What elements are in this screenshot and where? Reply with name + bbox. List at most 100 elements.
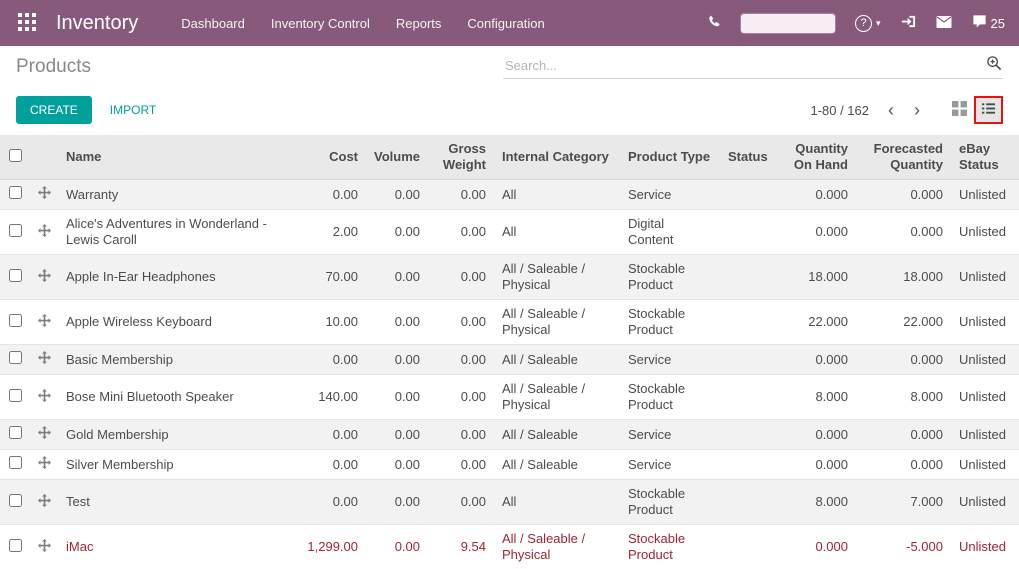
help-menu-button[interactable]: ? ▾ [855,15,881,32]
row-checkbox[interactable] [9,351,22,364]
table-row[interactable]: Test 0.00 0.00 0.00 All Stockable Produc… [0,480,1019,525]
gross-weight-cell[interactable]: 0.00 [428,180,494,210]
product-name-cell[interactable]: iMac [58,525,298,569]
ebay-status-cell[interactable]: Unlisted [951,210,1019,255]
row-checkbox[interactable] [9,539,22,552]
ebay-status-cell[interactable]: Unlisted [951,420,1019,450]
status-cell[interactable] [720,450,768,480]
status-cell[interactable] [720,420,768,450]
column-header-status[interactable]: Status [720,135,768,180]
volume-cell[interactable]: 0.00 [366,375,428,420]
row-checkbox[interactable] [9,224,22,237]
forecasted-qty-cell[interactable]: 22.000 [856,300,951,345]
drag-handle[interactable] [30,375,58,420]
forecasted-qty-cell[interactable]: 18.000 [856,255,951,300]
cost-cell[interactable]: 140.00 [298,375,366,420]
product-type-cell[interactable]: Service [620,450,720,480]
status-cell[interactable] [720,255,768,300]
cost-cell[interactable]: 0.00 [298,420,366,450]
table-row[interactable]: Silver Membership 0.00 0.00 0.00 All / S… [0,450,1019,480]
internal-category-cell[interactable]: All / Saleable [494,450,620,480]
internal-category-cell[interactable]: All / Saleable / Physical [494,300,620,345]
column-header-qty-on-hand[interactable]: Quantity On Hand [768,135,856,180]
gross-weight-cell[interactable]: 9.54 [428,525,494,569]
ebay-status-cell[interactable]: Unlisted [951,450,1019,480]
cost-cell[interactable]: 0.00 [298,450,366,480]
volume-cell[interactable]: 0.00 [366,480,428,525]
forecasted-qty-cell[interactable]: 0.000 [856,345,951,375]
row-checkbox[interactable] [9,426,22,439]
volume-cell[interactable]: 0.00 [366,255,428,300]
volume-cell[interactable]: 0.00 [366,180,428,210]
search-magnifier-icon[interactable] [986,55,1003,75]
forecasted-qty-cell[interactable]: -5.000 [856,525,951,569]
search-input[interactable] [503,57,986,74]
sign-in-button[interactable] [901,14,916,32]
product-name-cell[interactable]: Apple In-Ear Headphones [58,255,298,300]
table-row[interactable]: Alice's Adventures in Wonderland - Lewis… [0,210,1019,255]
kanban-view-button[interactable] [947,98,972,122]
redacted-user-field[interactable] [741,14,835,33]
drag-handle[interactable] [30,300,58,345]
drag-handle[interactable] [30,450,58,480]
product-name-cell[interactable]: Bose Mini Bluetooth Speaker [58,375,298,420]
column-header-name[interactable]: Name [58,135,298,180]
volume-cell[interactable]: 0.00 [366,210,428,255]
column-header-ebay-status[interactable]: eBay Status [951,135,1019,180]
table-row[interactable]: Basic Membership 0.00 0.00 0.00 All / Sa… [0,345,1019,375]
status-cell[interactable] [720,210,768,255]
product-type-cell[interactable]: Stockable Product [620,525,720,569]
product-type-cell[interactable]: Stockable Product [620,300,720,345]
status-cell[interactable] [720,300,768,345]
qty-on-hand-cell[interactable]: 0.000 [768,210,856,255]
create-button[interactable]: CREATE [16,96,92,124]
drag-handle[interactable] [30,480,58,525]
product-type-cell[interactable]: Digital Content [620,210,720,255]
gross-weight-cell[interactable]: 0.00 [428,210,494,255]
internal-category-cell[interactable]: All / Saleable / Physical [494,255,620,300]
product-name-cell[interactable]: Basic Membership [58,345,298,375]
gross-weight-cell[interactable]: 0.00 [428,345,494,375]
ebay-status-cell[interactable]: Unlisted [951,300,1019,345]
qty-on-hand-cell[interactable]: 0.000 [768,345,856,375]
product-name-cell[interactable]: Apple Wireless Keyboard [58,300,298,345]
column-header-cost[interactable]: Cost [298,135,366,180]
cost-cell[interactable]: 2.00 [298,210,366,255]
gross-weight-cell[interactable]: 0.00 [428,255,494,300]
ebay-status-cell[interactable]: Unlisted [951,345,1019,375]
forecasted-qty-cell[interactable]: 0.000 [856,180,951,210]
gross-weight-cell[interactable]: 0.00 [428,450,494,480]
app-title[interactable]: Inventory [56,12,138,35]
gross-weight-cell[interactable]: 0.00 [428,480,494,525]
row-checkbox[interactable] [9,456,22,469]
ebay-status-cell[interactable]: Unlisted [951,480,1019,525]
drag-handle[interactable] [30,345,58,375]
chat-button[interactable]: 25 [972,14,1005,32]
forecasted-qty-cell[interactable]: 0.000 [856,210,951,255]
ebay-status-cell[interactable]: Unlisted [951,375,1019,420]
product-type-cell[interactable]: Stockable Product [620,375,720,420]
cost-cell[interactable]: 70.00 [298,255,366,300]
volume-cell[interactable]: 0.00 [366,525,428,569]
qty-on-hand-cell[interactable]: 8.000 [768,375,856,420]
product-name-cell[interactable]: Warranty [58,180,298,210]
list-view-button[interactable] [976,98,1001,122]
nav-item-configuration[interactable]: Configuration [454,0,557,46]
table-row[interactable]: iMac 1,299.00 0.00 9.54 All / Saleable /… [0,525,1019,569]
row-checkbox[interactable] [9,494,22,507]
pager-previous-button[interactable]: ‹ [881,101,901,119]
table-row[interactable]: Bose Mini Bluetooth Speaker 140.00 0.00 … [0,375,1019,420]
nav-item-dashboard[interactable]: Dashboard [168,0,258,46]
row-checkbox[interactable] [9,269,22,282]
product-type-cell[interactable]: Stockable Product [620,255,720,300]
forecasted-qty-cell[interactable]: 7.000 [856,480,951,525]
internal-category-cell[interactable]: All / Saleable / Physical [494,525,620,569]
internal-category-cell[interactable]: All [494,180,620,210]
product-type-cell[interactable]: Service [620,420,720,450]
volume-cell[interactable]: 0.00 [366,300,428,345]
internal-category-cell[interactable]: All / Saleable [494,420,620,450]
product-name-cell[interactable]: Silver Membership [58,450,298,480]
volume-cell[interactable]: 0.00 [366,345,428,375]
ebay-status-cell[interactable]: Unlisted [951,180,1019,210]
volume-cell[interactable]: 0.00 [366,450,428,480]
